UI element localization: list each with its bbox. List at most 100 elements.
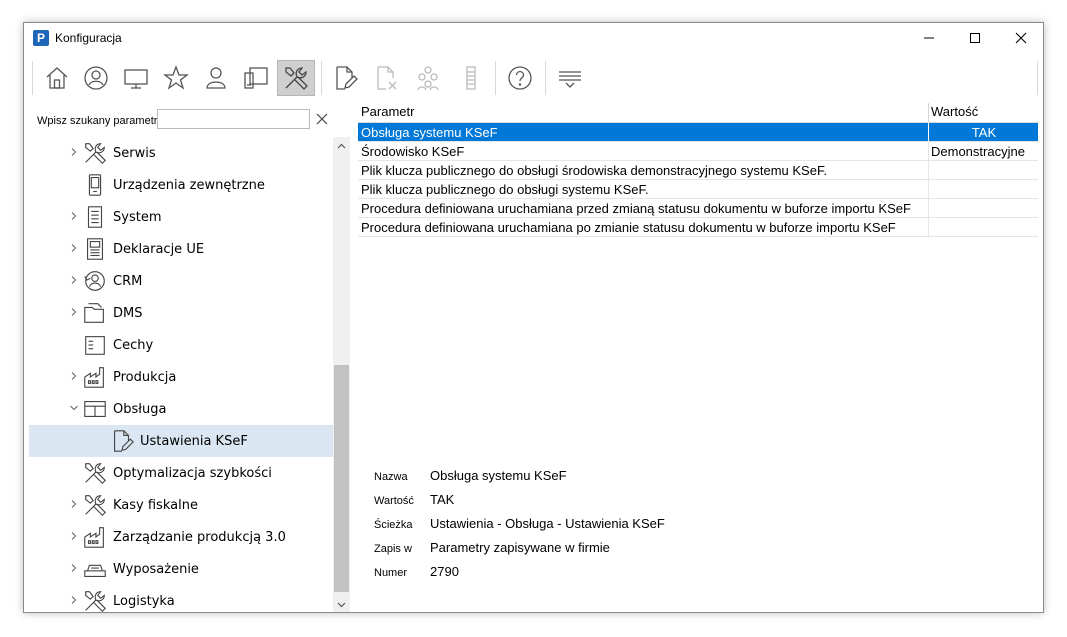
tree-item[interactable]: Urządzenia zewnętrzne: [29, 169, 333, 201]
list-button[interactable]: [452, 60, 490, 96]
chevron-down-icon[interactable]: [69, 403, 79, 413]
title-bar: P Konfiguracja: [24, 23, 1043, 53]
home-button[interactable]: [38, 60, 76, 96]
scroll-thumb[interactable]: [334, 365, 349, 592]
search-input[interactable]: [157, 109, 310, 129]
equipment-icon: [84, 564, 106, 577]
filter-icon: [559, 71, 581, 88]
grid-header: Parametr Wartość: [358, 103, 1038, 123]
tree-item[interactable]: Optymalizacja szybkości: [29, 457, 333, 489]
system-icon: [87, 206, 103, 228]
group-button[interactable]: [409, 60, 447, 96]
close-icon: [1015, 32, 1027, 44]
tree-item-label: Obsługa: [113, 402, 167, 417]
delete-document-button[interactable]: [367, 60, 405, 96]
user-circle-button[interactable]: [77, 60, 115, 96]
favorites-button[interactable]: [157, 60, 195, 96]
toolbar-separator: [321, 61, 322, 95]
tree-item-label: CRM: [113, 274, 143, 289]
parameter-name-cell: Obsługa systemu KSeF: [361, 125, 498, 140]
chevron-right-icon[interactable]: [69, 147, 79, 157]
crm-icon: [84, 271, 105, 291]
list-icon: [466, 66, 476, 90]
table-row[interactable]: Plik klucza publicznego do obsługi syste…: [358, 180, 1038, 199]
tree-item-label: DMS: [113, 306, 143, 321]
config-window: P Konfiguracja Wpisz szukany parametr Se…: [23, 22, 1044, 613]
detail-row: Nazwa Obsługa systemu KSeF: [374, 467, 974, 491]
help-button[interactable]: [501, 60, 539, 96]
chevron-right-icon[interactable]: [69, 275, 79, 285]
tree-scrollbar[interactable]: [333, 137, 350, 612]
table-row[interactable]: Plik klucza publicznego do obsługi środo…: [358, 161, 1038, 180]
chevron-down-icon: [337, 602, 346, 607]
table-row[interactable]: Procedura definiowana uruchamiana po zmi…: [358, 218, 1038, 237]
column-header-wartosc[interactable]: Wartość: [931, 104, 978, 119]
tree-item[interactable]: Wyposażenie: [29, 553, 333, 585]
column-header-parametr[interactable]: Parametr: [361, 104, 414, 119]
tools-icon: [85, 591, 107, 612]
table-row[interactable]: Obsługa systemu KSeF TAK: [358, 123, 1038, 142]
monitor-button[interactable]: [117, 60, 155, 96]
tree-item[interactable]: DMS: [29, 297, 333, 329]
tree-item[interactable]: Zarządzanie produkcją 3.0: [29, 521, 333, 553]
tree-item[interactable]: Kasy fiskalne: [29, 489, 333, 521]
tree-item[interactable]: Ustawienia KSeF: [29, 425, 333, 457]
parameter-value-cell[interactable]: [928, 161, 1038, 179]
person-button[interactable]: [197, 60, 235, 96]
parameter-value-cell[interactable]: Demonstracyjne: [928, 142, 1038, 160]
tools-icon: [85, 463, 107, 485]
tree-item-label: Wyposażenie: [113, 562, 199, 577]
app-logo-icon: P: [33, 30, 49, 46]
tools-button[interactable]: [277, 60, 315, 96]
monitor-icon: [124, 69, 148, 89]
detail-label: Numer: [374, 567, 408, 579]
maximize-button[interactable]: [952, 23, 998, 53]
category-tree: Serwis Urządzenia zewnętrzne System Deklara…: [29, 137, 333, 612]
table-row[interactable]: Procedura definiowana uruchamiana przed …: [358, 199, 1038, 218]
toolbar-separator: [545, 61, 546, 95]
chevron-right-icon[interactable]: [69, 595, 79, 605]
parameter-value-cell[interactable]: TAK: [928, 123, 1038, 141]
tree-item[interactable]: Produkcja: [29, 361, 333, 393]
chevron-right-icon[interactable]: [69, 307, 79, 317]
parameter-value-cell[interactable]: [928, 218, 1038, 236]
column-divider[interactable]: [928, 103, 929, 122]
close-button[interactable]: [998, 23, 1043, 53]
tree-item[interactable]: System: [29, 201, 333, 233]
edit-document-button[interactable]: [326, 60, 364, 96]
clear-search-icon[interactable]: [315, 112, 329, 126]
chevron-right-icon[interactable]: [69, 371, 79, 381]
edit-document-icon: [114, 430, 134, 452]
detail-row: Zapis w Parametry zapisywane w firmie: [374, 539, 974, 563]
tree-item[interactable]: Logistyka: [29, 585, 333, 612]
minimize-button[interactable]: [906, 23, 952, 53]
chevron-right-icon[interactable]: [69, 531, 79, 541]
detail-row: Numer 2790: [374, 563, 974, 587]
tree-item[interactable]: CRM: [29, 265, 333, 297]
parameter-value-cell[interactable]: [928, 180, 1038, 198]
scroll-up-button[interactable]: [333, 137, 350, 154]
chevron-right-icon[interactable]: [69, 563, 79, 573]
chevron-right-icon[interactable]: [69, 211, 79, 221]
parameter-value-text: Demonstracyjne: [931, 144, 1025, 159]
scroll-down-button[interactable]: [333, 596, 350, 612]
factory-icon: [84, 367, 104, 388]
parameter-value-cell[interactable]: [928, 199, 1038, 217]
tree-item[interactable]: Serwis: [29, 137, 333, 169]
toolbar-separator: [32, 61, 33, 95]
tree-item-label: Optymalizacja szybkości: [113, 466, 272, 481]
filter-button[interactable]: [551, 60, 589, 96]
tools-icon: [85, 495, 107, 517]
person-icon: [206, 67, 226, 89]
chevron-right-icon[interactable]: [69, 243, 79, 253]
tree-item-label: Deklaracje UE: [113, 242, 205, 257]
table-row[interactable]: Środowisko KSeF Demonstracyjne: [358, 142, 1038, 161]
devices-button[interactable]: [237, 60, 275, 96]
tree-item[interactable]: Cechy: [29, 329, 333, 361]
user-circle-icon: [84, 66, 108, 90]
detail-label: Wartość: [374, 495, 414, 507]
chevron-right-icon[interactable]: [69, 499, 79, 509]
factory-icon: [84, 527, 104, 548]
tree-item[interactable]: Obsługa: [29, 393, 333, 425]
tree-item[interactable]: Deklaracje UE: [29, 233, 333, 265]
